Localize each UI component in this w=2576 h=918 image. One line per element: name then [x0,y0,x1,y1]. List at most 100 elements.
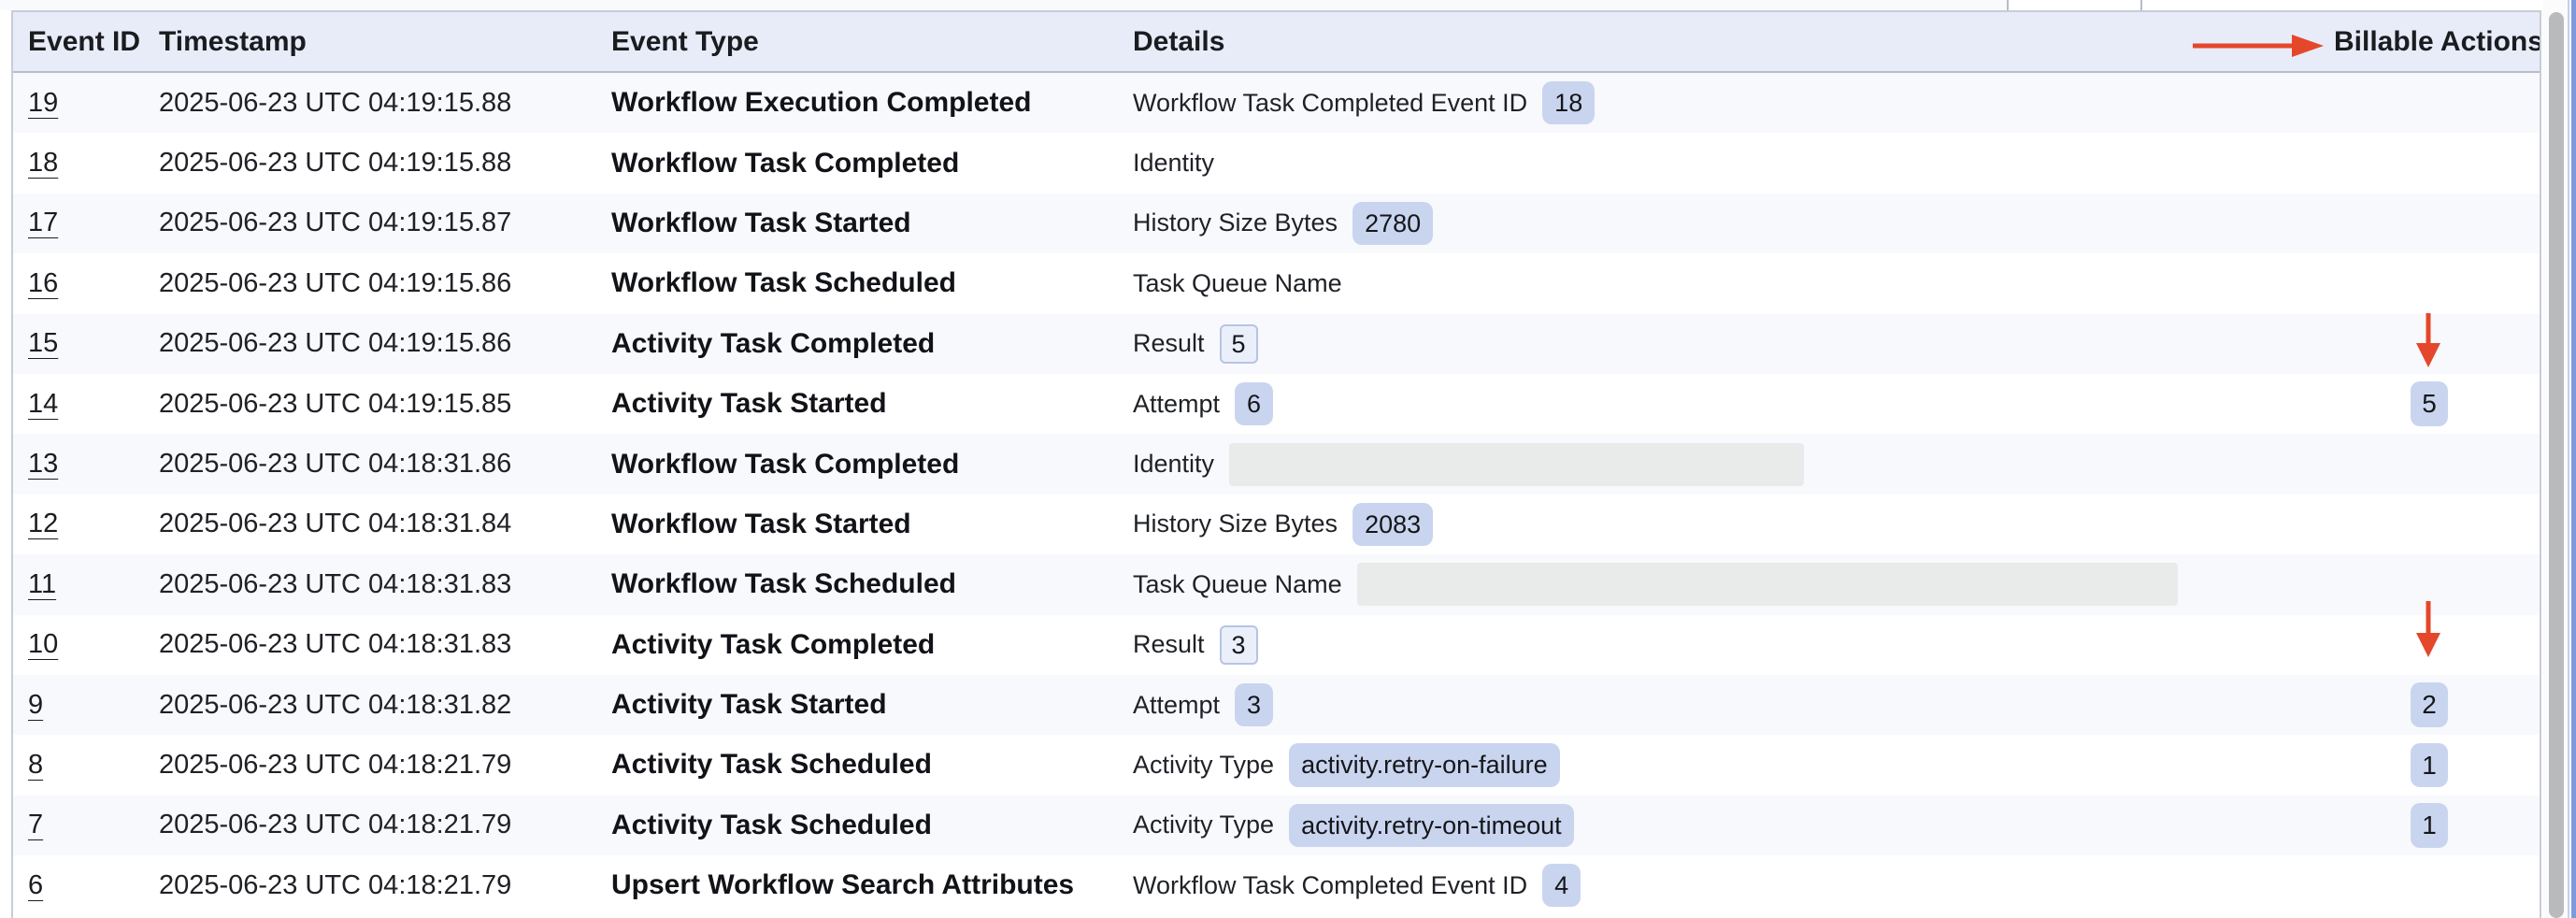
timestamp-cell: 2025-06-23 UTC 04:18:21.79 [159,870,611,901]
billable-count-badge: 2 [2411,682,2448,727]
detail-label: Attempt [1133,390,1220,419]
top-strip-divider [2140,0,2142,10]
event-rows: 192025-06-23 UTC 04:19:15.88Workflow Exe… [13,73,2540,915]
redacted-value-block [1229,443,1804,486]
table-header-row: Event ID Timestamp Event Type Details Bi… [13,12,2540,73]
detail-label: Identity [1133,450,1214,479]
timestamp-cell: 2025-06-23 UTC 04:18:31.83 [159,569,611,600]
event-id-cell: 16 [28,268,159,299]
event-id-cell: 13 [28,449,159,480]
table-row: 162025-06-23 UTC 04:19:15.86Workflow Tas… [13,253,2540,313]
scrollbar-thumb[interactable] [2549,12,2564,918]
event-id-link[interactable]: 8 [28,750,43,780]
event-id-link[interactable]: 14 [28,389,58,419]
event-type-cell: Workflow Task Started [611,509,1133,540]
timestamp-cell: 2025-06-23 UTC 04:18:31.84 [159,509,611,539]
window-edge-highlight [2568,0,2569,918]
event-type-cell: Activity Task Completed [611,328,1133,360]
event-id-link[interactable]: 16 [28,268,58,298]
window-edge-border [2571,0,2576,918]
table-row: 8 2025-06-23 UTC 04:18:21.79Activity Task… [13,735,2540,795]
event-id-link[interactable]: 12 [28,509,58,538]
event-id-cell: 17 [28,208,159,238]
details-cell: History Size Bytes 2083 [1133,503,2334,546]
billable-actions-cell: 1 [2334,803,2540,848]
billable-count-badge: 1 [2411,803,2448,848]
top-strip [0,0,2576,10]
details-cell: History Size Bytes 2780 [1133,202,2334,245]
event-id-cell: 14 [28,389,159,420]
timestamp-cell: 2025-06-23 UTC 04:18:31.86 [159,449,611,480]
detail-value-badge: 2083 [1352,503,1433,546]
event-type-cell: Workflow Task Completed [611,148,1133,179]
event-id-cell: 7 [28,810,159,840]
timestamp-cell: 2025-06-23 UTC 04:19:15.88 [159,148,611,179]
details-cell: Attempt 6 [1133,382,2334,425]
table-row: 92025-06-23 UTC 04:18:31.82Activity Task… [13,675,2540,735]
detail-label: History Size Bytes [1133,509,1338,538]
event-type-cell: Upsert Workflow Search Attributes [611,869,1133,901]
timestamp-cell: 2025-06-23 UTC 04:19:15.86 [159,268,611,299]
details-cell: Attempt3 [1133,683,2334,726]
table-row: 172025-06-23 UTC 04:19:15.87Workflow Tas… [13,194,2540,253]
event-id-link[interactable]: 15 [28,328,58,358]
detail-label: Workflow Task Completed Event ID [1133,871,1527,900]
event-id-link[interactable]: 10 [28,629,58,659]
details-cell: Activity Type activity.retry-on-timeout [1133,804,2334,847]
timestamp-cell: 2025-06-23 UTC 04:18:21.79 [159,810,611,840]
event-type-cell: Activity Task Scheduled [611,810,1133,841]
billable-actions-cell: 1 [2334,743,2540,788]
detail-label: Task Queue Name [1133,269,1342,298]
details-cell: Result3 [1133,625,2334,665]
column-header-event-id[interactable]: Event ID [28,26,159,58]
column-header-timestamp[interactable]: Timestamp [159,26,611,58]
details-cell: Identity [1133,443,2334,486]
event-id-link[interactable]: 19 [28,88,58,118]
table-row: 192025-06-23 UTC 04:19:15.88Workflow Exe… [13,73,2540,133]
table-row: 142025-06-23 UTC 04:19:15.85Activity Tas… [13,374,2540,434]
timestamp-cell: 2025-06-23 UTC 04:18:21.79 [159,750,611,781]
detail-value-badge: 5 [1220,324,1258,364]
event-id-link[interactable]: 13 [28,449,58,479]
billable-count-badge: 1 [2411,743,2448,788]
event-type-cell: Workflow Execution Completed [611,87,1133,119]
top-strip-divider [2007,0,2009,10]
table-row: 112025-06-23 UTC 04:18:31.83Workflow Tas… [13,554,2540,614]
column-header-event-type[interactable]: Event Type [611,26,1133,58]
detail-label: Result [1133,630,1205,659]
details-cell: Workflow Task Completed Event ID4 [1133,864,2334,907]
event-id-cell: 9 [28,690,159,721]
event-id-link[interactable]: 18 [28,148,58,178]
detail-value-badge: activity.retry-on-failure [1289,743,1560,786]
timestamp-cell: 2025-06-23 UTC 04:18:31.82 [159,690,611,721]
billable-actions-cell: 2 [2334,682,2540,727]
event-type-cell: Activity Task Scheduled [611,749,1133,781]
event-id-link[interactable]: 6 [28,870,43,900]
detail-value-badge: activity.retry-on-timeout [1289,804,1574,847]
timestamp-cell: 2025-06-23 UTC 04:19:15.85 [159,389,611,420]
event-type-cell: Workflow Task Started [611,208,1133,239]
details-cell: Activity Type activity.retry-on-failure [1133,743,2334,786]
event-history-screen: Event ID Timestamp Event Type Details Bi… [0,0,2576,918]
event-id-link[interactable]: 9 [28,690,43,720]
detail-label: History Size Bytes [1133,208,1338,237]
details-cell: Result5 [1133,324,2334,364]
top-strip-segment [0,0,2007,10]
event-id-link[interactable]: 11 [28,569,56,599]
timestamp-cell: 2025-06-23 UTC 04:19:15.86 [159,328,611,359]
details-cell: Task Queue Name [1133,563,2334,606]
event-id-link[interactable]: 7 [28,810,43,839]
detail-label: Activity Type [1133,810,1274,839]
column-header-details[interactable]: Details [1133,26,2334,58]
event-id-cell: 6 [28,870,159,901]
detail-value-badge: 18 [1542,81,1595,124]
detail-label: Activity Type [1133,751,1274,780]
event-id-link[interactable]: 17 [28,208,58,237]
column-header-billable-actions[interactable]: Billable Actions [2334,26,2540,58]
detail-label: Task Queue Name [1133,570,1342,599]
detail-value-badge: 2780 [1352,202,1433,245]
timestamp-cell: 2025-06-23 UTC 04:18:31.83 [159,629,611,660]
table-row: 7 2025-06-23 UTC 04:18:21.79Activity Task… [13,796,2540,855]
detail-value-badge: 6 [1235,382,1273,425]
billable-count-badge: 5 [2411,381,2448,426]
